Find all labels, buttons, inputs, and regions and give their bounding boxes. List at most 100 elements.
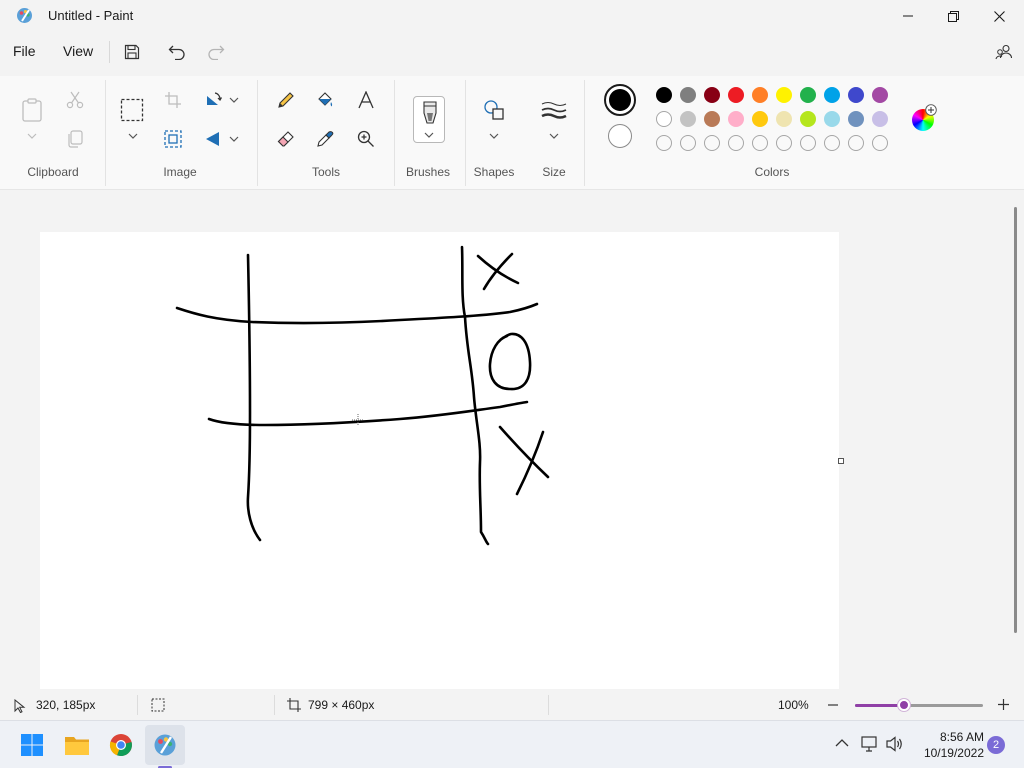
palette-swatch[interactable] [680, 111, 696, 127]
paste-button[interactable] [18, 96, 46, 124]
vertical-scrollbar[interactable] [1014, 207, 1017, 633]
custom-color-slot[interactable] [752, 135, 768, 151]
palette-swatch[interactable] [776, 87, 792, 103]
eyedropper-icon [317, 131, 334, 147]
brush-icon [423, 101, 437, 124]
line-size-icon [541, 102, 567, 119]
clock[interactable]: 8:56 AM 10/19/2022 [912, 729, 984, 761]
select-button[interactable] [118, 96, 146, 124]
undo-button[interactable] [165, 41, 189, 63]
network-icon[interactable] [861, 736, 879, 752]
start-button[interactable] [12, 725, 52, 765]
canvas-size: 799 × 460px [308, 698, 375, 712]
save-button[interactable] [120, 41, 144, 63]
palette-swatch[interactable] [848, 111, 864, 127]
canvas-resize-handle[interactable] [838, 458, 844, 464]
flip-dropdown-icon[interactable] [229, 135, 239, 143]
magnifier-tool[interactable] [352, 125, 380, 153]
eraser-tool[interactable] [272, 125, 300, 153]
paint-taskbar-button[interactable] [145, 725, 185, 765]
paste-dropdown-icon[interactable] [27, 132, 37, 140]
chrome-button[interactable] [101, 725, 141, 765]
primary-color-button[interactable] [604, 84, 636, 116]
zoom-in-icon[interactable] [997, 698, 1010, 711]
zoom-slider-thumb[interactable] [897, 699, 910, 711]
palette-swatch[interactable] [728, 111, 744, 127]
palette-swatch[interactable] [680, 87, 696, 103]
drawing-canvas[interactable] [40, 232, 839, 689]
chrome-icon [109, 734, 132, 757]
zoom-level: 100% [778, 698, 809, 712]
shapes-group-label: Shapes [473, 165, 515, 179]
volume-icon[interactable] [886, 736, 904, 752]
palette-swatch[interactable] [656, 111, 672, 127]
menu-view[interactable]: View [63, 43, 93, 59]
palette-swatch[interactable] [872, 111, 888, 127]
size-dropdown-icon[interactable] [549, 132, 559, 140]
palette-swatch[interactable] [704, 111, 720, 127]
custom-color-slot[interactable] [680, 135, 696, 151]
cut-button[interactable] [61, 86, 89, 114]
rotate-dropdown-icon[interactable] [229, 96, 239, 104]
clock-date: 10/19/2022 [923, 746, 984, 760]
ribbon-divider [257, 80, 258, 186]
primary-color-swatch [609, 89, 631, 111]
rotate-button[interactable] [199, 86, 227, 114]
size-button[interactable] [540, 96, 568, 124]
zoom-slider[interactable] [855, 704, 983, 707]
crop-button[interactable] [159, 86, 187, 114]
palette-swatch[interactable] [776, 111, 792, 127]
restore-button[interactable] [930, 0, 976, 32]
shapes-button[interactable] [480, 96, 508, 124]
menu-file[interactable]: File [13, 43, 36, 59]
palette-swatch[interactable] [800, 111, 816, 127]
canvas-size-icon [287, 698, 301, 712]
palette-swatch[interactable] [824, 111, 840, 127]
copy-button[interactable] [61, 125, 89, 153]
restore-icon [947, 10, 959, 22]
secondary-color-button[interactable] [608, 124, 632, 148]
custom-color-slot[interactable] [848, 135, 864, 151]
crosshair-cursor [352, 414, 364, 426]
zoom-out-icon[interactable] [827, 699, 839, 711]
flip-button[interactable] [199, 125, 227, 153]
custom-color-slot[interactable] [656, 135, 672, 151]
palette-swatch[interactable] [872, 87, 888, 103]
windows-logo-icon [21, 734, 43, 756]
tic-tac-toe-drawing [175, 245, 550, 546]
palette-swatch[interactable] [656, 87, 672, 103]
minimize-icon [903, 15, 913, 17]
palette-swatch[interactable] [728, 87, 744, 103]
magnifier-icon [357, 130, 374, 147]
edit-colors-button[interactable] [910, 104, 937, 133]
custom-color-slot[interactable] [704, 135, 720, 151]
file-explorer-button[interactable] [57, 725, 97, 765]
minimize-button[interactable] [885, 0, 931, 32]
fill-tool[interactable] [311, 86, 339, 114]
resize-icon [164, 130, 182, 148]
account-button[interactable] [992, 41, 1016, 63]
custom-color-slot[interactable] [800, 135, 816, 151]
pencil-tool[interactable] [272, 86, 300, 114]
redo-button[interactable] [204, 41, 228, 63]
select-dropdown-icon[interactable] [128, 132, 138, 140]
chevron-up-icon[interactable] [835, 738, 849, 748]
custom-color-slot[interactable] [824, 135, 840, 151]
custom-color-slot[interactable] [776, 135, 792, 151]
palette-swatch[interactable] [824, 87, 840, 103]
palette-swatch[interactable] [752, 111, 768, 127]
palette-swatch[interactable] [752, 87, 768, 103]
size-group-label: Size [542, 165, 566, 179]
text-tool[interactable] [352, 86, 380, 114]
notification-badge[interactable]: 2 [987, 736, 1005, 754]
close-button[interactable] [976, 0, 1022, 32]
palette-swatch[interactable] [704, 87, 720, 103]
palette-swatch[interactable] [848, 87, 864, 103]
shapes-dropdown-icon[interactable] [489, 132, 499, 140]
brushes-button[interactable] [413, 96, 445, 143]
resize-button[interactable] [159, 125, 187, 153]
custom-color-slot[interactable] [728, 135, 744, 151]
custom-color-slot[interactable] [872, 135, 888, 151]
color-picker-tool[interactable] [311, 125, 339, 153]
palette-swatch[interactable] [800, 87, 816, 103]
